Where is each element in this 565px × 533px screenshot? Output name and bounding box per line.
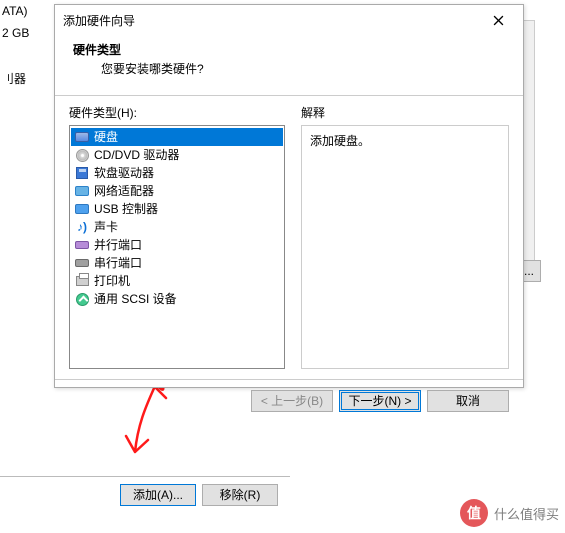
remove-button[interactable]: 移除(R)	[202, 484, 278, 506]
list-item-label: 声卡	[94, 219, 118, 235]
bg-text: 2 GB	[0, 22, 40, 44]
dialog-title: 添加硬件向导	[63, 12, 481, 29]
explanation-label: 解释	[301, 104, 509, 121]
floppy-icon	[74, 165, 90, 181]
add-hardware-wizard-dialog: 添加硬件向导 硬件类型 您要安装哪类硬件? 硬件类型(H): 硬盘 CD/DVD …	[54, 4, 524, 388]
hdd-icon	[74, 129, 90, 145]
bg-divider	[0, 476, 290, 477]
nic-icon	[74, 183, 90, 199]
divider	[55, 95, 523, 96]
page-subtitle: 您要安装哪类硬件?	[73, 60, 505, 77]
bg-scrollbar[interactable]	[523, 20, 535, 280]
bg-text: ATA)	[0, 0, 40, 22]
explanation-text: 添加硬盘。	[310, 134, 370, 148]
divider	[55, 379, 523, 380]
printer-icon	[74, 273, 90, 289]
list-item-label: CD/DVD 驱动器	[94, 147, 179, 163]
list-item-usb[interactable]: USB 控制器	[71, 200, 283, 218]
list-item-label: 打印机	[94, 273, 130, 289]
list-item-label: 并行端口	[94, 237, 142, 253]
list-item-scsi[interactable]: 通用 SCSI 设备	[71, 290, 283, 308]
list-item-label: 网络适配器	[94, 183, 154, 199]
list-item-nic[interactable]: 网络适配器	[71, 182, 283, 200]
usb-icon	[74, 201, 90, 217]
list-item-printer[interactable]: 打印机	[71, 272, 283, 290]
titlebar: 添加硬件向导	[55, 5, 523, 35]
list-item-label: 通用 SCSI 设备	[94, 291, 177, 307]
sound-icon: ♪)	[74, 219, 90, 235]
bg-text: 刂器	[0, 66, 40, 91]
list-item-label: 软盘驱动器	[94, 165, 154, 181]
close-button[interactable]	[481, 9, 515, 31]
next-button[interactable]: 下一步(N) >	[339, 390, 421, 412]
back-button[interactable]: < 上一步(B)	[251, 390, 333, 412]
list-item-cd[interactable]: CD/DVD 驱动器	[71, 146, 283, 164]
hardware-type-label: 硬件类型(H):	[69, 104, 285, 121]
list-item-sound[interactable]: ♪)声卡	[71, 218, 283, 236]
list-item-parallel[interactable]: 并行端口	[71, 236, 283, 254]
list-item-floppy[interactable]: 软盘驱动器	[71, 164, 283, 182]
watermark-logo-icon: 值	[460, 499, 488, 527]
list-item-label: 串行端口	[94, 255, 142, 271]
page-title: 硬件类型	[73, 41, 505, 58]
list-item-serial[interactable]: 串行端口	[71, 254, 283, 272]
watermark: 值 什么值得买	[460, 499, 559, 527]
watermark-text: 什么值得买	[494, 504, 559, 523]
bg-left-column: ATA) 2 GB 刂器	[0, 0, 40, 91]
close-icon	[493, 15, 504, 26]
cancel-button[interactable]: 取消	[427, 390, 509, 412]
serial-icon	[74, 255, 90, 271]
hardware-type-listbox[interactable]: 硬盘CD/DVD 驱动器软盘驱动器网络适配器USB 控制器♪)声卡并行端口串行端…	[69, 125, 285, 369]
list-item-hdd[interactable]: 硬盘	[71, 128, 283, 146]
list-item-label: USB 控制器	[94, 201, 158, 217]
add-button[interactable]: 添加(A)...	[120, 484, 196, 506]
explanation-box: 添加硬盘。	[301, 125, 509, 369]
list-item-label: 硬盘	[94, 129, 118, 145]
cd-icon	[74, 147, 90, 163]
parallel-icon	[74, 237, 90, 253]
scsi-icon	[74, 291, 90, 307]
